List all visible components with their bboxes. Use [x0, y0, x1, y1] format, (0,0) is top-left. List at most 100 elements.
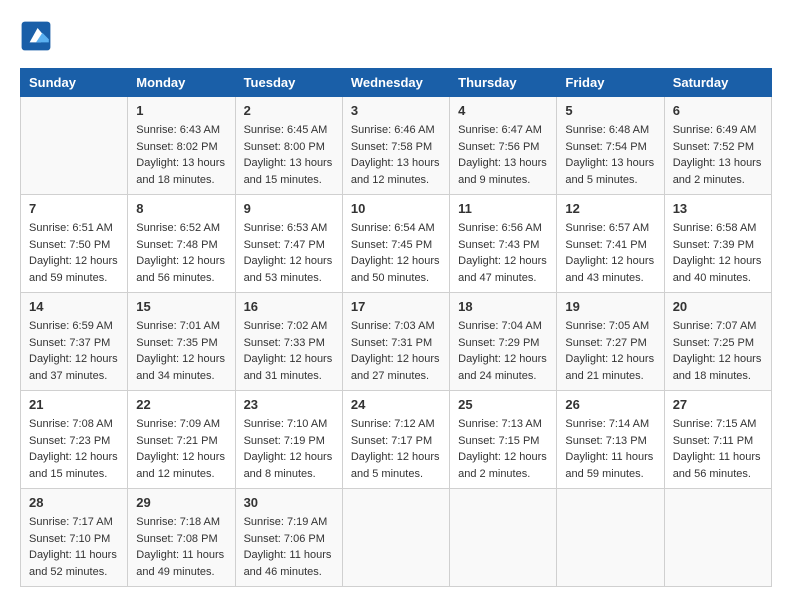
- calendar-cell: 18 Sunrise: 7:04 AM Sunset: 7:29 PM Dayli…: [450, 293, 557, 391]
- calendar-cell: 24 Sunrise: 7:12 AM Sunset: 7:17 PM Dayli…: [342, 391, 449, 489]
- calendar-cell: 26 Sunrise: 7:14 AM Sunset: 7:13 PM Dayli…: [557, 391, 664, 489]
- day-info: Sunrise: 6:51 AM Sunset: 7:50 PM Dayligh…: [29, 220, 119, 286]
- day-number: 4: [458, 103, 548, 118]
- day-number: 21: [29, 397, 119, 412]
- calendar-cell: 2 Sunrise: 6:45 AM Sunset: 8:00 PM Daylig…: [235, 97, 342, 195]
- day-number: 29: [136, 495, 226, 510]
- day-number: 14: [29, 299, 119, 314]
- day-number: 26: [565, 397, 655, 412]
- calendar-cell: 7 Sunrise: 6:51 AM Sunset: 7:50 PM Daylig…: [21, 195, 128, 293]
- day-number: 13: [673, 201, 763, 216]
- calendar-cell: 6 Sunrise: 6:49 AM Sunset: 7:52 PM Daylig…: [664, 97, 771, 195]
- day-info: Sunrise: 7:04 AM Sunset: 7:29 PM Dayligh…: [458, 318, 548, 384]
- calendar-cell: [664, 489, 771, 587]
- calendar-cell: 16 Sunrise: 7:02 AM Sunset: 7:33 PM Dayli…: [235, 293, 342, 391]
- calendar-cell: 8 Sunrise: 6:52 AM Sunset: 7:48 PM Daylig…: [128, 195, 235, 293]
- day-info: Sunrise: 7:12 AM Sunset: 7:17 PM Dayligh…: [351, 416, 441, 482]
- week-row-1: 1 Sunrise: 6:43 AM Sunset: 8:02 PM Daylig…: [21, 97, 772, 195]
- calendar-cell: 14 Sunrise: 6:59 AM Sunset: 7:37 PM Dayli…: [21, 293, 128, 391]
- day-info: Sunrise: 6:47 AM Sunset: 7:56 PM Dayligh…: [458, 122, 548, 188]
- day-number: 9: [244, 201, 334, 216]
- calendar-cell: [450, 489, 557, 587]
- day-info: Sunrise: 6:59 AM Sunset: 7:37 PM Dayligh…: [29, 318, 119, 384]
- day-number: 1: [136, 103, 226, 118]
- week-row-3: 14 Sunrise: 6:59 AM Sunset: 7:37 PM Dayli…: [21, 293, 772, 391]
- day-number: 25: [458, 397, 548, 412]
- day-info: Sunrise: 6:57 AM Sunset: 7:41 PM Dayligh…: [565, 220, 655, 286]
- day-info: Sunrise: 7:17 AM Sunset: 7:10 PM Dayligh…: [29, 514, 119, 580]
- calendar-cell: 20Sunrise: 7:07 AM Sunset: 7:25 PM Dayli…: [664, 293, 771, 391]
- calendar-cell: 17 Sunrise: 7:03 AM Sunset: 7:31 PM Dayli…: [342, 293, 449, 391]
- day-info: Sunrise: 7:01 AM Sunset: 7:35 PM Dayligh…: [136, 318, 226, 384]
- calendar-cell: 9 Sunrise: 6:53 AM Sunset: 7:47 PM Daylig…: [235, 195, 342, 293]
- calendar-cell: 19Sunrise: 7:05 AM Sunset: 7:27 PM Dayli…: [557, 293, 664, 391]
- day-info: Sunrise: 7:08 AM Sunset: 7:23 PM Dayligh…: [29, 416, 119, 482]
- day-number: 5: [565, 103, 655, 118]
- day-number: 11: [458, 201, 548, 216]
- day-info: Sunrise: 6:54 AM Sunset: 7:45 PM Dayligh…: [351, 220, 441, 286]
- day-info: Sunrise: 6:52 AM Sunset: 7:48 PM Dayligh…: [136, 220, 226, 286]
- week-row-4: 21 Sunrise: 7:08 AM Sunset: 7:23 PM Dayli…: [21, 391, 772, 489]
- day-info: Sunrise: 7:18 AM Sunset: 7:08 PM Dayligh…: [136, 514, 226, 580]
- day-info: Sunrise: 6:49 AM Sunset: 7:52 PM Dayligh…: [673, 122, 763, 188]
- day-info: Sunrise: 7:02 AM Sunset: 7:33 PM Dayligh…: [244, 318, 334, 384]
- day-header-sunday: Sunday: [21, 69, 128, 97]
- logo-icon: [20, 20, 52, 52]
- day-info: Sunrise: 6:56 AM Sunset: 7:43 PM Dayligh…: [458, 220, 548, 286]
- calendar-cell: 28Sunrise: 7:17 AM Sunset: 7:10 PM Dayli…: [21, 489, 128, 587]
- day-number: 19: [565, 299, 655, 314]
- calendar-cell: 1 Sunrise: 6:43 AM Sunset: 8:02 PM Daylig…: [128, 97, 235, 195]
- calendar-cell: 22Sunrise: 7:09 AM Sunset: 7:21 PM Dayli…: [128, 391, 235, 489]
- day-info: Sunrise: 6:53 AM Sunset: 7:47 PM Dayligh…: [244, 220, 334, 286]
- week-row-2: 7 Sunrise: 6:51 AM Sunset: 7:50 PM Daylig…: [21, 195, 772, 293]
- day-number: 17: [351, 299, 441, 314]
- calendar-cell: 4 Sunrise: 6:47 AM Sunset: 7:56 PM Daylig…: [450, 97, 557, 195]
- day-info: Sunrise: 6:46 AM Sunset: 7:58 PM Dayligh…: [351, 122, 441, 188]
- day-info: Sunrise: 7:19 AM Sunset: 7:06 PM Dayligh…: [244, 514, 334, 580]
- day-info: Sunrise: 6:48 AM Sunset: 7:54 PM Dayligh…: [565, 122, 655, 188]
- calendar-cell: 23Sunrise: 7:10 AM Sunset: 7:19 PM Dayli…: [235, 391, 342, 489]
- calendar-cell: 30 Sunrise: 7:19 AM Sunset: 7:06 PM Dayli…: [235, 489, 342, 587]
- header-row: SundayMondayTuesdayWednesdayThursdayFrid…: [21, 69, 772, 97]
- calendar-cell: 3 Sunrise: 6:46 AM Sunset: 7:58 PM Daylig…: [342, 97, 449, 195]
- day-number: 12: [565, 201, 655, 216]
- day-info: Sunrise: 6:43 AM Sunset: 8:02 PM Dayligh…: [136, 122, 226, 188]
- day-header-thursday: Thursday: [450, 69, 557, 97]
- day-number: 16: [244, 299, 334, 314]
- calendar-cell: 27 Sunrise: 7:15 AM Sunset: 7:11 PM Dayli…: [664, 391, 771, 489]
- calendar-cell: 13Sunrise: 6:58 AM Sunset: 7:39 PM Dayli…: [664, 195, 771, 293]
- day-info: Sunrise: 7:10 AM Sunset: 7:19 PM Dayligh…: [244, 416, 334, 482]
- day-number: 2: [244, 103, 334, 118]
- day-header-saturday: Saturday: [664, 69, 771, 97]
- page-header: [20, 20, 772, 52]
- day-number: 24: [351, 397, 441, 412]
- day-number: 6: [673, 103, 763, 118]
- day-number: 7: [29, 201, 119, 216]
- day-info: Sunrise: 7:03 AM Sunset: 7:31 PM Dayligh…: [351, 318, 441, 384]
- day-number: 3: [351, 103, 441, 118]
- day-header-monday: Monday: [128, 69, 235, 97]
- calendar-cell: [342, 489, 449, 587]
- day-number: 18: [458, 299, 548, 314]
- day-number: 20: [673, 299, 763, 314]
- calendar-cell: 21 Sunrise: 7:08 AM Sunset: 7:23 PM Dayli…: [21, 391, 128, 489]
- day-number: 22: [136, 397, 226, 412]
- day-number: 27: [673, 397, 763, 412]
- day-header-friday: Friday: [557, 69, 664, 97]
- calendar-cell: 15 Sunrise: 7:01 AM Sunset: 7:35 PM Dayli…: [128, 293, 235, 391]
- calendar-cell: 12 Sunrise: 6:57 AM Sunset: 7:41 PM Dayli…: [557, 195, 664, 293]
- day-number: 15: [136, 299, 226, 314]
- calendar-cell: 29 Sunrise: 7:18 AM Sunset: 7:08 PM Dayli…: [128, 489, 235, 587]
- calendar-cell: 10 Sunrise: 6:54 AM Sunset: 7:45 PM Dayli…: [342, 195, 449, 293]
- day-number: 30: [244, 495, 334, 510]
- day-number: 8: [136, 201, 226, 216]
- calendar-cell: 11 Sunrise: 6:56 AM Sunset: 7:43 PM Dayli…: [450, 195, 557, 293]
- day-info: Sunrise: 7:13 AM Sunset: 7:15 PM Dayligh…: [458, 416, 548, 482]
- day-info: Sunrise: 7:14 AM Sunset: 7:13 PM Dayligh…: [565, 416, 655, 482]
- day-number: 10: [351, 201, 441, 216]
- day-info: Sunrise: 6:45 AM Sunset: 8:00 PM Dayligh…: [244, 122, 334, 188]
- day-header-wednesday: Wednesday: [342, 69, 449, 97]
- calendar-cell: [557, 489, 664, 587]
- calendar-cell: 5 Sunrise: 6:48 AM Sunset: 7:54 PM Daylig…: [557, 97, 664, 195]
- day-info: Sunrise: 7:15 AM Sunset: 7:11 PM Dayligh…: [673, 416, 763, 482]
